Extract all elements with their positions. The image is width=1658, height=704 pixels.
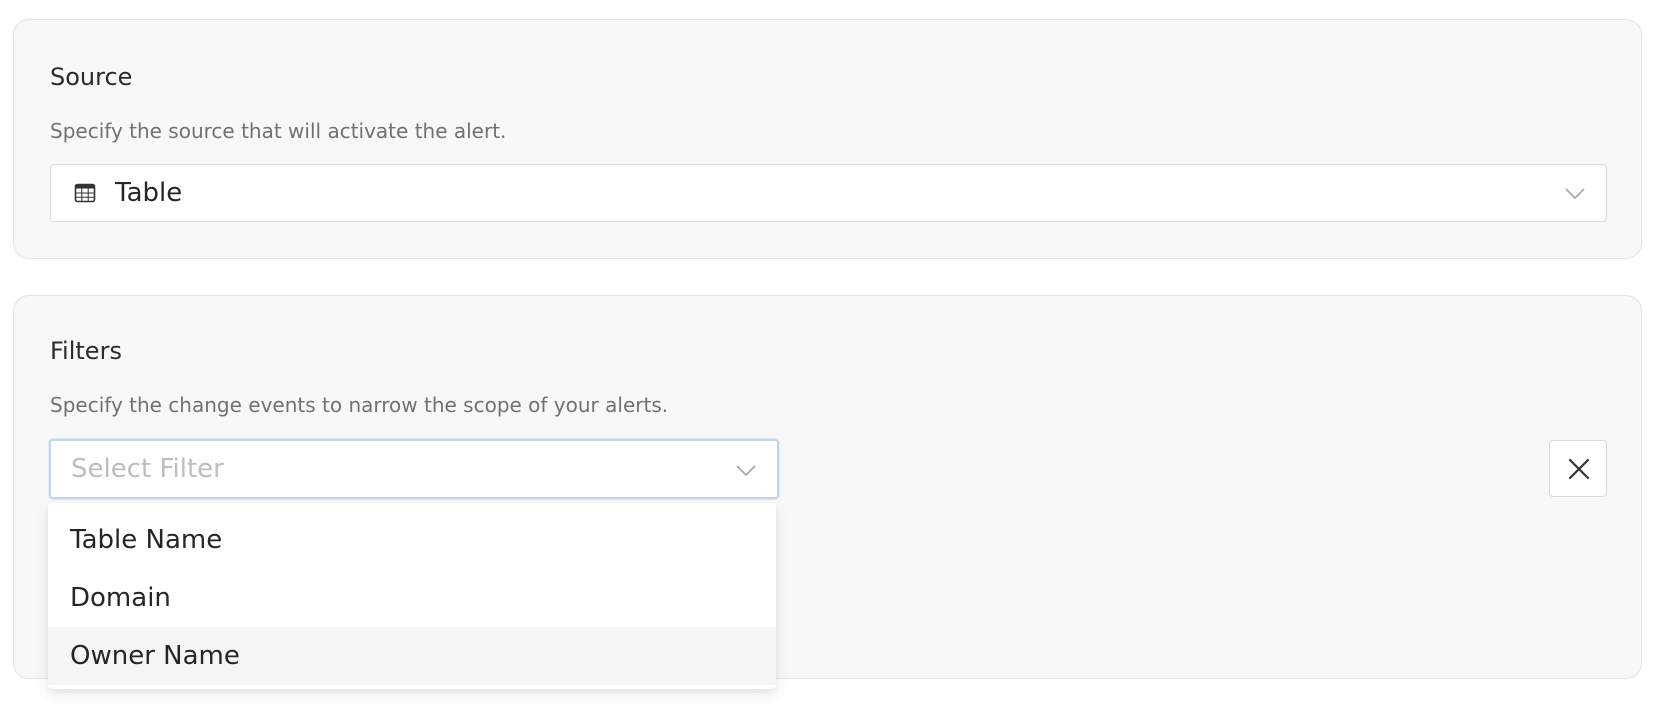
chevron-down-icon	[1565, 188, 1585, 200]
dropdown-option-domain[interactable]: Domain	[48, 569, 776, 627]
filters-title: Filters	[50, 337, 122, 365]
dropdown-option-owner-name[interactable]: Owner Name	[48, 627, 776, 685]
table-icon	[74, 183, 96, 203]
source-select[interactable]: Table	[50, 164, 1607, 222]
filter-select-placeholder: Select Filter	[71, 454, 224, 484]
chevron-down-icon	[736, 465, 756, 477]
source-title: Source	[50, 63, 133, 91]
filter-dropdown: Table Name Domain Owner Name	[48, 503, 776, 689]
filter-select[interactable]: Select Filter	[49, 439, 779, 499]
close-icon	[1568, 458, 1590, 480]
source-card: Source Specify the source that will acti…	[13, 19, 1642, 259]
filters-description: Specify the change events to narrow the …	[50, 393, 669, 417]
source-select-value: Table	[115, 178, 183, 208]
dropdown-option-table-name[interactable]: Table Name	[48, 511, 776, 569]
source-description: Specify the source that will activate th…	[50, 119, 507, 143]
remove-filter-button[interactable]	[1549, 440, 1607, 497]
